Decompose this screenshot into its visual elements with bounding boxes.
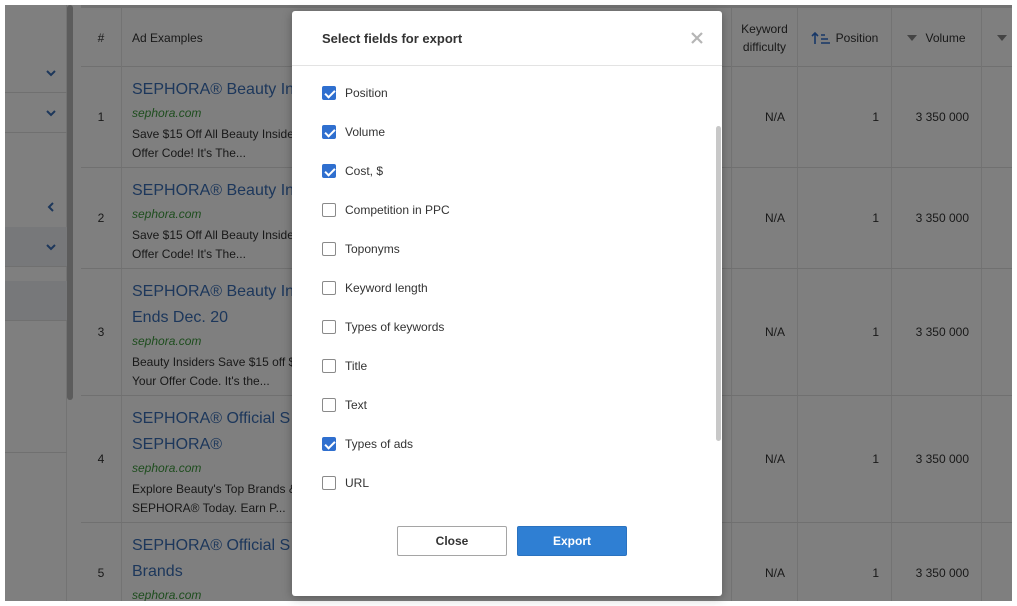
close-icon[interactable] (690, 31, 704, 45)
export-dialog: Select fields for export Position Volume C… (292, 11, 722, 596)
field-option[interactable]: Volume (322, 122, 385, 142)
field-option-label: Volume (345, 125, 386, 139)
field-option-label: Types of ads (345, 437, 414, 451)
field-option[interactable]: Text (322, 395, 367, 415)
field-option[interactable]: Types of ads (322, 434, 413, 454)
window-frame: # Ad Examples Keyword difficulty Positio… (0, 0, 1017, 606)
checkbox-unchecked[interactable] (322, 281, 336, 295)
close-button[interactable]: Close (397, 526, 507, 556)
export-button[interactable]: Export (517, 526, 627, 556)
checkbox-unchecked[interactable] (322, 242, 336, 256)
checkbox-checked[interactable] (322, 125, 336, 139)
checkbox-unchecked[interactable] (322, 320, 336, 334)
field-option[interactable]: URL (322, 473, 369, 493)
field-option-label: Types of keywords (345, 320, 445, 334)
field-option[interactable]: Keyword length (322, 278, 428, 298)
dialog-scrollbar[interactable] (716, 126, 721, 441)
checkbox-unchecked[interactable] (322, 476, 336, 490)
field-option-label: Competition in PPC (345, 203, 450, 217)
dialog-header: Select fields for export (292, 11, 722, 66)
field-option[interactable]: Position (322, 83, 388, 103)
field-option[interactable]: Competition in PPC (322, 200, 450, 220)
checkbox-unchecked[interactable] (322, 398, 336, 412)
dialog-title: Select fields for export (322, 31, 463, 46)
field-option-label: URL (345, 476, 370, 490)
checkbox-checked[interactable] (322, 164, 336, 178)
field-option[interactable]: Types of keywords (322, 317, 444, 337)
checkbox-checked[interactable] (322, 86, 336, 100)
checkbox-unchecked[interactable] (322, 203, 336, 217)
field-option-label: Cost, $ (345, 164, 384, 178)
field-option-label: Text (345, 398, 368, 412)
field-option[interactable]: Title (322, 356, 367, 376)
field-option[interactable]: Toponyms (322, 239, 400, 259)
field-option[interactable]: Cost, $ (322, 161, 383, 181)
field-option-label: Toponyms (345, 242, 400, 256)
field-option-label: Keyword length (345, 281, 428, 295)
checkbox-unchecked[interactable] (322, 359, 336, 373)
field-option-label: Title (345, 359, 368, 373)
field-list: Position Volume Cost, $ Competition in PPC T… (292, 67, 722, 507)
field-option-label: Position (345, 86, 388, 100)
checkbox-checked[interactable] (322, 437, 336, 451)
